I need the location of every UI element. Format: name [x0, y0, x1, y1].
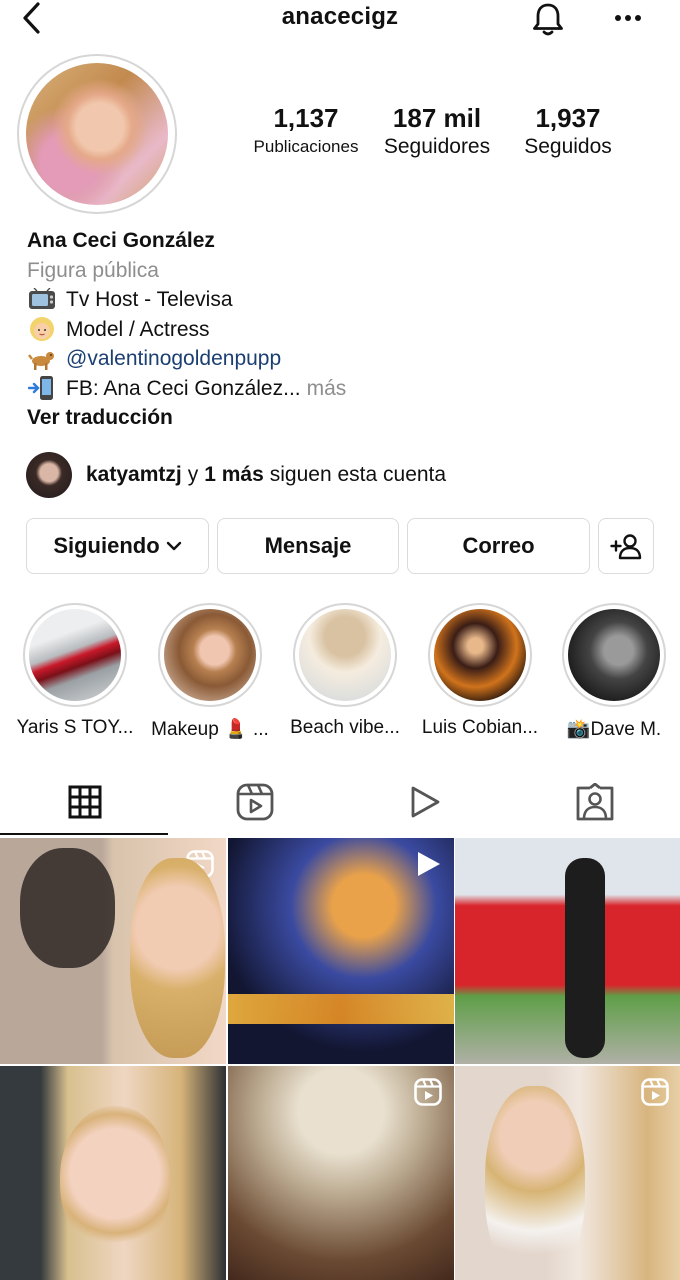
story-highlight[interactable]: 📸Dave M.: [549, 603, 679, 741]
profile-bio: Ana Ceci González Figura pública Tv Host…: [27, 226, 657, 433]
bio-line-text: FB: Ana Ceci González...: [66, 376, 301, 400]
reel-icon: [413, 1077, 442, 1106]
highlight-cover: [29, 609, 121, 701]
dog-icon: [27, 346, 57, 372]
profile-tabs: [0, 770, 680, 836]
followers-count[interactable]: 187 mil Seguidores: [374, 102, 500, 160]
bio-mention-link[interactable]: @valentinogoldenpupp: [66, 344, 281, 374]
active-tab-indicator: [0, 833, 168, 835]
highlight-ring: [428, 603, 532, 707]
highlight-cover: [299, 609, 391, 701]
highlight-label: Makeup 💄 ...: [151, 719, 269, 740]
message-button-label: Mensaje: [264, 533, 352, 558]
bio-line: Model / Actress: [27, 315, 657, 345]
video-play-icon: [411, 786, 440, 818]
top-bar: anacecigz: [0, 0, 680, 40]
story-highlight[interactable]: Makeup 💄 ...: [145, 603, 275, 741]
profile-username: anacecigz: [281, 3, 399, 30]
see-translation-link[interactable]: Ver traducción: [27, 403, 657, 433]
bio-line-text: Model / Actress: [66, 317, 210, 341]
add-person-icon: [610, 534, 642, 560]
reels-icon: [236, 783, 274, 821]
highlight-cover: [164, 609, 256, 701]
profile-avatar-button[interactable]: [17, 54, 177, 214]
post-thumbnail[interactable]: [0, 1065, 226, 1280]
video-play-icon: [417, 852, 440, 876]
tab-tagged[interactable]: [510, 770, 680, 834]
follower-avatar: [26, 452, 72, 498]
followers-count-label: Seguidores: [383, 135, 491, 158]
following-button-label: Siguiendo: [53, 533, 160, 558]
highlight-cover: [568, 609, 660, 701]
followed-by-connector: y: [187, 463, 199, 486]
television-icon: [27, 287, 57, 313]
notifications-button[interactable]: [528, 0, 568, 38]
chevron-down-icon: [166, 541, 181, 551]
story-highlight[interactable]: Beach vibe...: [280, 603, 410, 739]
bio-line-text: Tv Host - Televisa: [66, 288, 233, 311]
email-button-label: Correo: [462, 533, 535, 558]
highlight-ring: [23, 603, 127, 707]
tab-videos[interactable]: [340, 770, 510, 834]
post-thumbnail[interactable]: [227, 838, 454, 1064]
posts-count-label: Publicaciones: [253, 137, 359, 156]
followed-by[interactable]: katyamtzj y 1 más siguen esta cuenta: [26, 452, 446, 498]
following-count-label: Seguidos: [524, 135, 612, 158]
follower-username: katyamtzj: [86, 463, 182, 486]
posts-grid: [0, 838, 680, 1280]
profile-avatar: [26, 63, 168, 205]
profile-category: Figura pública: [27, 258, 159, 282]
tab-posts-grid[interactable]: [0, 770, 170, 834]
bio-line: FB: Ana Ceci González... más: [27, 374, 657, 404]
phone-arrow-icon: [27, 375, 57, 401]
tab-reels[interactable]: [170, 770, 340, 834]
more-options-button[interactable]: [606, 0, 650, 36]
post-thumbnail[interactable]: [455, 838, 680, 1064]
blonde-woman-icon: [27, 316, 57, 342]
following-count-value: 1,937: [535, 103, 601, 133]
ellipsis-icon: [615, 15, 641, 21]
reel-icon: [186, 850, 214, 878]
bell-icon: [533, 3, 563, 36]
following-count[interactable]: 1,937 Seguidos: [512, 102, 624, 160]
grid-icon: [68, 785, 102, 819]
email-button[interactable]: Correo: [407, 518, 590, 574]
profile-name: Ana Ceci González: [27, 229, 215, 252]
bio-line: Tv Host - Televisa: [27, 285, 657, 315]
message-button[interactable]: Mensaje: [217, 518, 399, 574]
story-highlight[interactable]: Luis Cobian...: [415, 603, 545, 739]
post-thumbnail[interactable]: [227, 1065, 454, 1280]
bio-line: @valentinogoldenpupp: [27, 344, 657, 374]
highlight-label: Luis Cobian...: [421, 717, 539, 738]
followed-by-others: 1 más: [204, 463, 264, 486]
reel-icon: [641, 1077, 669, 1106]
highlight-label: Beach vibe...: [290, 717, 400, 738]
highlight-label: Yaris S TOY...: [16, 717, 134, 738]
tagged-person-icon: [576, 783, 614, 821]
post-thumbnail[interactable]: [455, 1065, 680, 1280]
followers-count-value: 187 mil: [392, 103, 482, 133]
highlight-label: 📸Dave M.: [566, 719, 662, 740]
suggested-accounts-button[interactable]: [598, 518, 654, 574]
highlight-ring: [562, 603, 666, 707]
posts-count: 1,137 Publicaciones: [244, 102, 368, 160]
following-button[interactable]: Siguiendo: [26, 518, 209, 574]
bio-more-link[interactable]: más: [307, 374, 347, 404]
story-highlight[interactable]: Yaris S TOY...: [10, 603, 140, 739]
posts-count-value: 1,137: [273, 103, 339, 133]
followed-by-suffix: siguen esta cuenta: [269, 463, 447, 486]
post-thumbnail[interactable]: [0, 838, 226, 1064]
highlight-ring: [158, 603, 262, 707]
highlight-cover: [434, 609, 526, 701]
highlight-ring: [293, 603, 397, 707]
